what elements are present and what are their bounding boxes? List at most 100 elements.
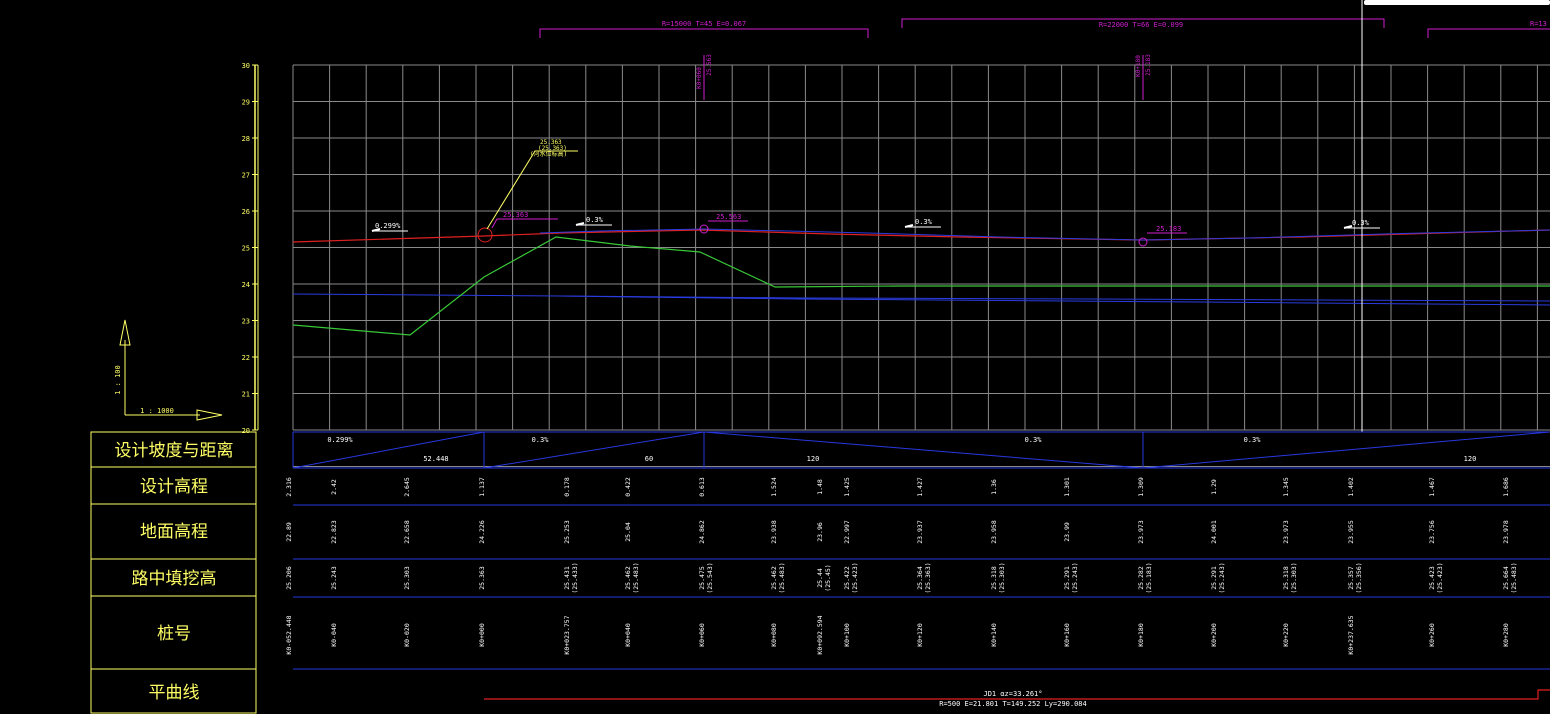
- vertical-curve-1-label: R=15000 T=45 E=0.067: [662, 20, 746, 28]
- table-column: 1.467 23.756 25.423 K0+260 (25.423): [1428, 477, 1444, 647]
- vertical-curve-2-label: R=22000 T=66 E=0.099: [1099, 21, 1183, 29]
- elevation-tick-label: 20: [242, 427, 250, 435]
- cell-r3b: (25.303): [998, 562, 1006, 593]
- cell-sta: K0+220: [1282, 623, 1290, 647]
- grade-percent: 0.3%: [532, 436, 550, 444]
- cell-r3: 25.475: [698, 566, 706, 590]
- vertical-scale-label: 1 : 100: [114, 365, 122, 395]
- cell-sta: K0-040: [330, 623, 338, 647]
- row-label-ground-elevation: 地面高程: [140, 522, 208, 542]
- cell-r2: 23.938: [770, 520, 778, 544]
- cell-r1: 1.36: [990, 479, 998, 495]
- vertical-curve-brackets: R=15000 T=45 E=0.067 R=22000 T=66 E=0.09…: [539, 18, 1550, 100]
- cell-r1: 1.137: [478, 477, 486, 497]
- cell-r1: 1.427: [916, 477, 924, 497]
- cell-sta: K0+120: [916, 623, 924, 647]
- svg-text:0.3%: 0.3%: [586, 216, 604, 224]
- cell-sta: K0+092.594: [816, 615, 824, 654]
- cell-r3: 25.206: [285, 566, 293, 590]
- elevation-tick-label: 22: [242, 354, 250, 362]
- table-column: 0.178 25.253 25.431 K0+023.757 (25.433): [563, 477, 579, 654]
- row-label-horizontal-curve: 平曲线: [149, 683, 200, 703]
- cell-r1: 1.29: [1210, 479, 1218, 495]
- cell-r1: 1.345: [1282, 477, 1290, 497]
- table-row-labels: 设计坡度与距离 设计高程 地面高程 路中填挖高 桩号 平曲线: [90, 431, 257, 714]
- cell-r2: 23.96: [816, 522, 824, 542]
- horizontal-curve-line-1: JD1 αz=33.261°: [983, 690, 1042, 698]
- table-column: 1.427 23.937 25.364 K0+120 (25.363): [916, 477, 932, 647]
- table-column: 1.301 23.99 25.291 K0+160 (25.243): [1063, 477, 1079, 647]
- cell-r2: 25.253: [563, 520, 571, 544]
- cell-sta: K0-020: [403, 623, 411, 647]
- cell-r3: 25.462: [770, 566, 778, 590]
- grade-percent: 0.299%: [327, 436, 353, 444]
- cell-r2: 23.973: [1282, 520, 1290, 544]
- cell-r1: 1.467: [1428, 477, 1436, 497]
- cell-sta: K0+040: [624, 623, 632, 647]
- grade-mark-2: 0.3%: [575, 216, 612, 226]
- profile-grid: [292, 64, 1550, 467]
- grade-length: 60: [645, 455, 653, 463]
- table-column: 1.686 23.978 25.664 K0+280 (25.483): [1502, 477, 1518, 647]
- cell-r3b: (25.45): [824, 564, 832, 591]
- cell-r3: 25.291: [1063, 566, 1071, 590]
- cad-drawing-canvas[interactable]: 3029282726252423222120 1 : 100 1 : 1000 …: [0, 0, 1550, 714]
- cell-r3: 25.431: [563, 566, 571, 590]
- cell-r2: 24.226: [478, 520, 486, 544]
- cell-r1: 1.48: [816, 479, 824, 495]
- grade-mark-3: 0.3%: [904, 218, 941, 228]
- svg-text:0.3%: 0.3%: [915, 218, 933, 226]
- cell-r2: 25.04: [624, 522, 632, 542]
- grade-diagram: [292, 431, 1550, 469]
- cell-r3: 25.243: [330, 566, 338, 590]
- table-column: 1.345 23.973 25.318 K0+220 (25.303): [1282, 477, 1298, 647]
- elevation-tick-label: 30: [242, 62, 250, 70]
- cell-r1: 0.422: [624, 477, 632, 497]
- cell-r1: 1.402: [1347, 477, 1355, 497]
- cell-r3: 25.364: [916, 566, 924, 590]
- table-column: 1.36 23.958 25.318 K0+140 (25.303): [990, 479, 1006, 647]
- cell-sta: K0+080: [770, 623, 778, 647]
- cell-r1: 1.309: [1137, 477, 1145, 497]
- cell-r3: 25.291: [1210, 566, 1218, 590]
- table-column: 2.316 22.89 25.206 K0-052.448: [285, 477, 293, 654]
- cell-r3b: (25.363): [924, 562, 932, 593]
- cell-r3: 25.282: [1137, 566, 1145, 590]
- cell-r2: 24.001: [1210, 520, 1218, 544]
- cell-r1: 1.524: [770, 477, 778, 497]
- cell-r2: 24.862: [698, 520, 706, 544]
- cell-r3: 25.303: [403, 566, 411, 590]
- cell-r3: 25.318: [990, 566, 998, 590]
- grade-length: 120: [807, 455, 820, 463]
- circle-c-elevation: 25.183: [1156, 225, 1181, 233]
- level-marker-circle-c: [1138, 237, 1148, 247]
- pvi-2-station: K0+180: [1135, 55, 1142, 77]
- elevation-tick-label: 26: [242, 208, 250, 216]
- cell-r2: 23.756: [1428, 520, 1436, 544]
- cell-r3: 25.462: [624, 566, 632, 590]
- overlay-panel-edge: [1364, 0, 1550, 5]
- cell-r3b: (25.356): [1355, 562, 1363, 593]
- grade-length: 120: [1464, 455, 1477, 463]
- level-marker-circle-a: [477, 227, 493, 243]
- table-columns: 2.316 22.89 25.206 K0-052.448 2.42 22.823 25.2…: [285, 477, 1518, 654]
- leader-a-line-3: (河水位标高): [530, 150, 567, 158]
- row-label-cut-fill: 路中填挖高: [132, 569, 217, 589]
- table-column: 1.29 24.001 25.291 K0+200 (25.243): [1210, 479, 1226, 647]
- pvi-1-station: K0+060: [696, 67, 703, 89]
- cell-r1: 1.301: [1063, 477, 1071, 497]
- cell-r2: 22.658: [403, 520, 411, 544]
- table-column: 2.645 22.658 25.303 K0-020: [403, 477, 411, 647]
- horizontal-curve-line-2: R=500 E=21.801 T=149.252 Ly=290.084: [939, 700, 1087, 708]
- cell-r3: 25.422: [843, 566, 851, 590]
- cell-r1: 2.42: [330, 479, 338, 495]
- table-column: 2.42 22.823 25.243 K0-040: [330, 479, 338, 647]
- cell-r2: 22.997: [843, 520, 851, 544]
- cell-sta: K0+260: [1428, 623, 1436, 647]
- cell-sta: K0+100: [843, 623, 851, 647]
- elevation-tick-label: 24: [242, 281, 250, 289]
- cell-r3b: (25.303): [1290, 562, 1298, 593]
- cell-r1: 0.613: [698, 477, 706, 497]
- cell-r2: 23.937: [916, 520, 924, 544]
- cell-r3: 25.664: [1502, 566, 1510, 590]
